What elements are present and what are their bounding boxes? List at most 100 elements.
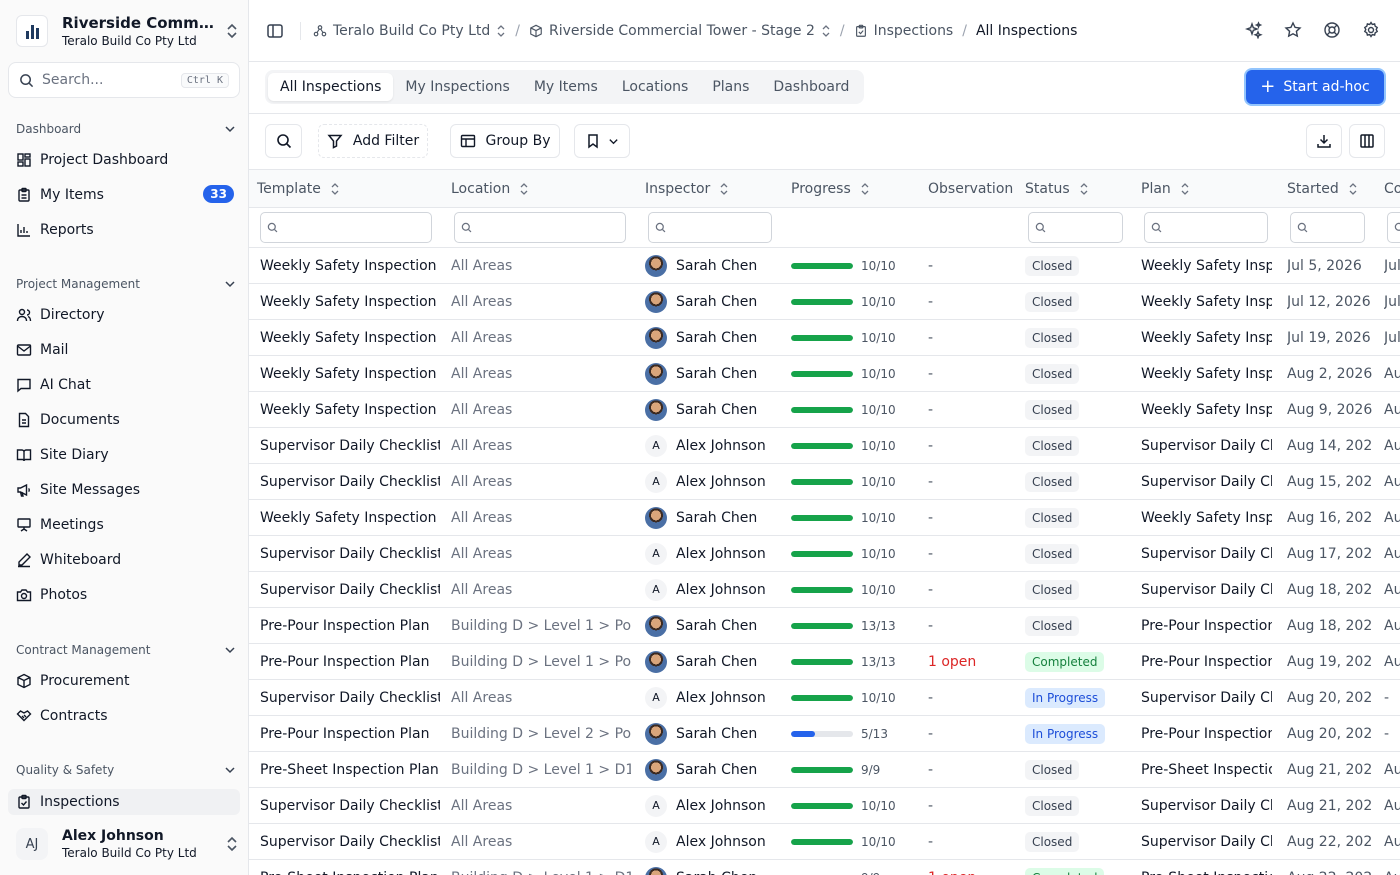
- section-quality-safety[interactable]: Quality & Safety: [16, 763, 236, 777]
- sidebar-item-inspections[interactable]: Inspections: [8, 789, 240, 815]
- section-contract-management[interactable]: Contract Management: [16, 643, 236, 657]
- table-row[interactable]: Weekly Safety Inspection All Areas Sarah C…: [249, 248, 1400, 284]
- filter-input-plan[interactable]: [1144, 212, 1268, 243]
- tab-dashboard[interactable]: Dashboard: [761, 73, 861, 101]
- cell-plan: Supervisor Daily Ch: [1141, 797, 1272, 814]
- section-project-management[interactable]: Project Management: [16, 277, 236, 291]
- start-adhoc-button[interactable]: + Start ad-hoc: [1246, 70, 1384, 104]
- sidebar-item-directory[interactable]: Directory: [8, 302, 240, 328]
- column-header-started[interactable]: Started: [1287, 170, 1358, 208]
- saved-views-button[interactable]: [574, 124, 630, 158]
- table-row[interactable]: Pre-Pour Inspection Plan Building D > Lev…: [249, 608, 1400, 644]
- status-badge: Closed: [1025, 615, 1080, 636]
- add-filter-button[interactable]: Add Filter: [318, 124, 428, 158]
- progress-bar: [791, 442, 853, 449]
- cell-location: All Areas: [451, 797, 513, 814]
- table-row[interactable]: Weekly Safety Inspection All Areas Sarah C…: [249, 356, 1400, 392]
- search-input[interactable]: Search... Ctrl K: [8, 62, 240, 98]
- sidebar-item-ai-chat[interactable]: AI Chat: [8, 372, 240, 398]
- group-by-button[interactable]: Group By: [450, 124, 560, 158]
- filter-input-inspector[interactable]: [648, 212, 772, 243]
- sidebar-item-meetings[interactable]: Meetings: [8, 512, 240, 538]
- column-header-completed[interactable]: Co: [1384, 170, 1400, 208]
- inspector-avatar: [645, 290, 667, 313]
- breadcrumb-project[interactable]: Riverside Commercial Tower - Stage 2: [529, 23, 831, 39]
- sidebar-item-procurement[interactable]: Procurement: [8, 668, 240, 694]
- export-button[interactable]: [1306, 124, 1342, 158]
- column-header-template[interactable]: Template: [257, 170, 340, 208]
- support-icon[interactable]: [1323, 21, 1341, 39]
- table-row[interactable]: Pre-Pour Inspection Plan Building D > Lev…: [249, 716, 1400, 752]
- tab-plans[interactable]: Plans: [700, 73, 761, 101]
- user-menu[interactable]: AJ Alex Johnson Teralo Build Co Pty Ltd: [8, 820, 240, 868]
- table-row[interactable]: Pre-Sheet Inspection Plan Building D > Le…: [249, 752, 1400, 788]
- divider: [300, 21, 301, 40]
- table-row[interactable]: Supervisor Daily Checklist All Areas A Alex…: [249, 464, 1400, 500]
- sidebar-item-mail[interactable]: Mail: [8, 337, 240, 363]
- table-row[interactable]: Supervisor Daily Checklist All Areas A Alex…: [249, 680, 1400, 716]
- cell-observation: -: [928, 293, 934, 310]
- filter-input-status[interactable]: [1028, 212, 1123, 243]
- column-header-plan[interactable]: Plan: [1141, 170, 1190, 208]
- table-row[interactable]: Weekly Safety Inspection All Areas Sarah C…: [249, 392, 1400, 428]
- table-row[interactable]: Supervisor Daily Checklist All Areas A Alex…: [249, 824, 1400, 860]
- sidebar-item-my-items[interactable]: My Items 33: [8, 182, 240, 208]
- tab-my-inspections[interactable]: My Inspections: [393, 73, 521, 101]
- sidebar-item-reports[interactable]: Reports: [8, 217, 240, 243]
- progress-count: 9/9: [861, 762, 881, 777]
- sparkles-icon[interactable]: [1245, 21, 1263, 39]
- table-row[interactable]: Weekly Safety Inspection All Areas Sarah C…: [249, 320, 1400, 356]
- table-row[interactable]: Supervisor Daily Checklist All Areas A Alex…: [249, 572, 1400, 608]
- sidebar-item-site-diary[interactable]: Site Diary: [8, 442, 240, 468]
- inspector-avatar: [645, 866, 667, 875]
- table-row[interactable]: Supervisor Daily Checklist All Areas A Alex…: [249, 788, 1400, 824]
- filter-input-template[interactable]: [260, 212, 432, 243]
- column-header-observation[interactable]: Observation: [928, 170, 1013, 208]
- sidebar-item-contracts[interactable]: Contracts: [8, 703, 240, 729]
- add-filter-label: Add Filter: [352, 133, 420, 149]
- sidebar-item-project-dashboard[interactable]: Project Dashboard: [8, 147, 240, 173]
- section-dashboard[interactable]: Dashboard: [16, 122, 236, 136]
- table-row[interactable]: Supervisor Daily Checklist All Areas A Alex…: [249, 428, 1400, 464]
- table-row[interactable]: Pre-Pour Inspection Plan Building D > Lev…: [249, 644, 1400, 680]
- sidebar-item-whiteboard[interactable]: Whiteboard: [8, 547, 240, 573]
- breadcrumb-label: Inspections: [873, 22, 954, 39]
- breadcrumb-org[interactable]: Teralo Build Co Pty Ltd: [313, 23, 506, 39]
- table-row[interactable]: Pre-Sheet Inspection Plan Building D > Le…: [249, 860, 1400, 875]
- columns-button[interactable]: [1349, 124, 1385, 158]
- star-icon[interactable]: [1284, 21, 1302, 39]
- table-row[interactable]: Supervisor Daily Checklist All Areas A Alex…: [249, 536, 1400, 572]
- column-header-progress[interactable]: Progress: [791, 170, 870, 208]
- filter-input-started[interactable]: [1290, 212, 1365, 243]
- sidebar-toggle-icon[interactable]: [266, 22, 284, 40]
- cell-progress: 10/10: [791, 788, 921, 823]
- progress-bar: [791, 334, 853, 341]
- column-header-inspector[interactable]: Inspector: [645, 170, 729, 208]
- table-search-button[interactable]: [265, 124, 302, 158]
- filter-input-completed[interactable]: [1387, 212, 1400, 243]
- sidebar-item-photos[interactable]: Photos: [8, 582, 240, 608]
- column-header-location[interactable]: Location: [451, 170, 529, 208]
- sidebar-item-label: Directory: [40, 307, 105, 323]
- tab-all-inspections[interactable]: All Inspections: [268, 73, 394, 101]
- sidebar-item-documents[interactable]: Documents: [8, 407, 240, 433]
- progress-count: 13/13: [861, 618, 896, 633]
- package-icon: [17, 673, 31, 689]
- tab-my-items[interactable]: My Items: [522, 73, 610, 101]
- project-switcher[interactable]: Riverside Commer... Teralo Build Co Pty …: [8, 8, 240, 54]
- breadcrumb-inspections[interactable]: Inspections: [854, 22, 954, 39]
- column-header-status[interactable]: Status: [1025, 170, 1089, 208]
- user-org: Teralo Build Co Pty Ltd: [62, 846, 197, 860]
- table-row[interactable]: Weekly Safety Inspection All Areas Sarah C…: [249, 500, 1400, 536]
- group-icon: [460, 134, 475, 148]
- view-tabs: All Inspections My Inspections My Items …: [265, 70, 865, 104]
- sidebar-item-label: My Items: [40, 187, 104, 203]
- cell-status: Closed: [1025, 752, 1135, 787]
- cell-location: All Areas: [451, 473, 513, 490]
- tab-locations[interactable]: Locations: [610, 73, 701, 101]
- cell-status: Closed: [1025, 464, 1135, 499]
- table-row[interactable]: Weekly Safety Inspection All Areas Sarah C…: [249, 284, 1400, 320]
- sidebar-item-site-messages[interactable]: Site Messages: [8, 477, 240, 503]
- filter-input-location[interactable]: [454, 212, 626, 243]
- gear-icon[interactable]: [1362, 21, 1380, 39]
